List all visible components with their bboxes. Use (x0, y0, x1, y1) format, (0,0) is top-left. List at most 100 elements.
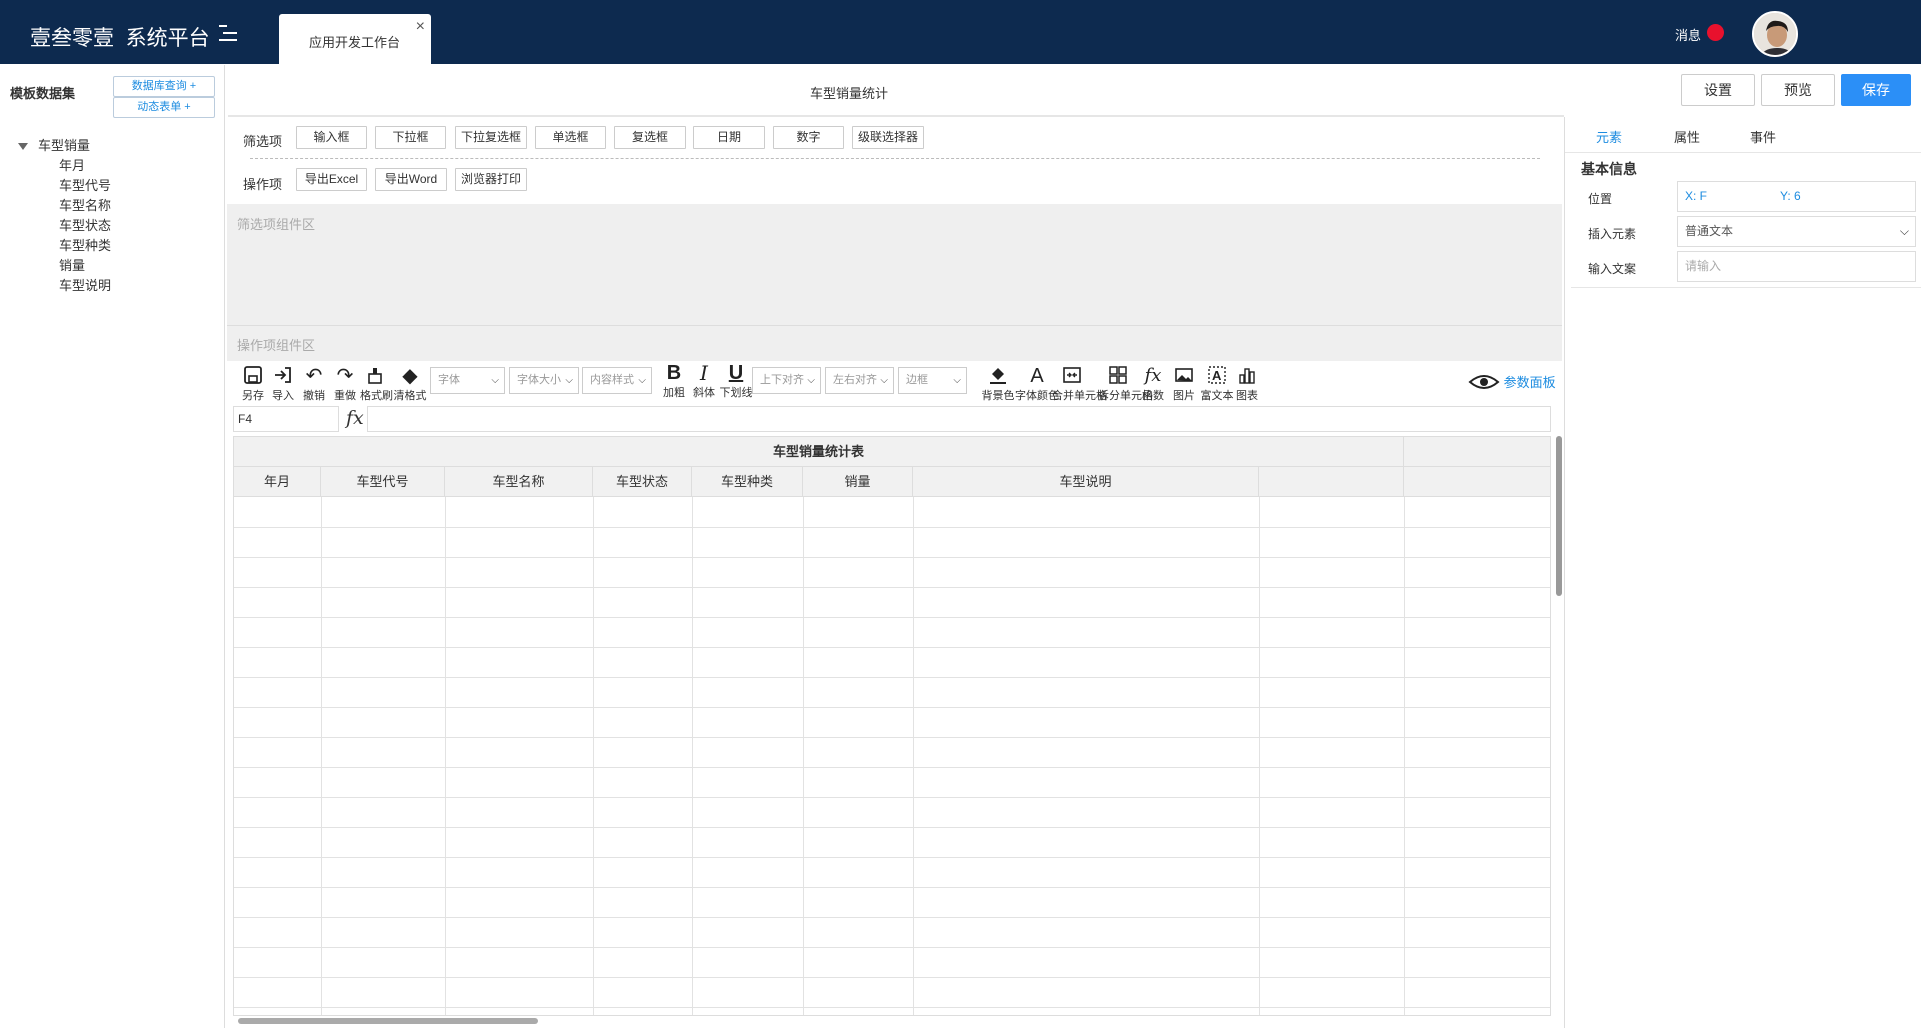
save-button[interactable]: 保存 (1841, 74, 1911, 106)
db-query-button[interactable]: 数据库查询 + (113, 76, 215, 97)
param-panel-toggle[interactable]: 参数面板 (1468, 372, 1556, 395)
font-size-select[interactable]: 字体大小 ⌵ (509, 367, 579, 394)
preview-button[interactable]: 预览 (1761, 74, 1835, 106)
caret-down-icon[interactable] (18, 143, 28, 151)
filter-cascader-button[interactable]: 级联选择器 (852, 126, 924, 149)
grid-row-line (234, 887, 1550, 888)
grid-row-line (234, 557, 1550, 558)
close-icon[interactable]: × (416, 18, 425, 36)
insert-element-value: 普通文本 (1685, 224, 1734, 238)
filter-checkbox-button[interactable]: 复选框 (614, 126, 686, 149)
action-label: 操作项 (243, 177, 283, 192)
format-brush-tool[interactable]: 格式刷 (360, 365, 393, 403)
bold-icon: B (666, 362, 682, 384)
input-text-field[interactable]: 请输入 (1677, 251, 1916, 282)
position-field[interactable]: X: F Y: 6 (1677, 181, 1916, 212)
horizontal-align-value: 左右对齐 (833, 374, 877, 386)
save-as-tool[interactable]: 另存 (238, 365, 268, 403)
content-style-select[interactable]: 内容样式 ⌵ (582, 367, 652, 394)
split-cells-tool[interactable]: 拆分单元格 (1098, 365, 1153, 403)
column-header[interactable]: 车型名称 (445, 467, 593, 497)
tree-node-root[interactable]: 车型销量 (18, 135, 90, 154)
column-header-empty[interactable] (1404, 467, 1550, 497)
position-label: 位置 (1588, 192, 1613, 206)
clear-format-tool[interactable]: ◆ 清格式 (390, 365, 430, 403)
tab-elements[interactable]: 元素 (1596, 127, 1622, 146)
image-label: 图片 (1173, 390, 1195, 402)
chart-label: 图表 (1236, 390, 1258, 402)
filter-number-button[interactable]: 数字 (773, 126, 844, 149)
insert-element-select[interactable]: 普通文本 ⌵ (1677, 216, 1916, 247)
column-header[interactable]: 年月 (234, 467, 321, 497)
grid-column-line (445, 497, 446, 1015)
tab-app-workbench[interactable]: 应用开发工作台 × (279, 14, 431, 64)
column-header-empty[interactable] (1259, 467, 1404, 497)
avatar[interactable] (1752, 11, 1798, 57)
chart-tool[interactable]: 图表 (1233, 365, 1261, 403)
tree-node-field[interactable]: 车型状态 (59, 215, 111, 234)
column-header[interactable]: 车型代号 (321, 467, 445, 497)
cell-reference-field[interactable]: F4 (233, 406, 339, 432)
export-excel-button[interactable]: 导出Excel (296, 168, 367, 191)
filter-input-button[interactable]: 输入框 (296, 126, 367, 149)
tree-node-field[interactable]: 销量 (59, 255, 85, 274)
settings-button[interactable]: 设置 (1681, 74, 1755, 106)
chevron-down-icon: ⌵ (1899, 224, 1909, 238)
image-tool[interactable]: 图片 (1170, 365, 1198, 403)
action-component-zone[interactable]: 操作项组件区 (227, 325, 1562, 361)
fx-icon: fx (346, 407, 364, 429)
tree-node-field[interactable]: 车型说明 (59, 275, 111, 294)
redo-tool[interactable]: ↷ 重做 (330, 365, 360, 403)
split-cells-icon (1098, 365, 1138, 387)
menu-toggle-icon[interactable] (219, 24, 240, 42)
filter-date-button[interactable]: 日期 (693, 126, 765, 149)
import-tool[interactable]: 导入 (268, 365, 298, 403)
bg-color-tool[interactable]: 背景色 (978, 365, 1018, 403)
tree-node-field[interactable]: 车型名称 (59, 195, 111, 214)
column-header[interactable]: 车型种类 (692, 467, 803, 497)
browser-print-button[interactable]: 浏览器打印 (455, 168, 527, 191)
platform-name: 系统平台 (125, 27, 210, 50)
column-header[interactable]: 车型说明 (913, 467, 1259, 497)
table-title-spare-cell[interactable] (1404, 437, 1550, 467)
italic-tool[interactable]: I 斜体 (690, 362, 718, 400)
horizontal-align-select[interactable]: 左右对齐 ⌵ (825, 367, 894, 394)
spreadsheet-grid[interactable]: 车型销量统计表 年月 车型代号 车型名称 车型状态 车型种类 销量 车型说明 (233, 436, 1551, 1016)
dynamic-form-button[interactable]: 动态表单 + (113, 97, 215, 118)
properties-panel: 元素 属性 事件 基本信息 位置 X: F Y: 6 插入元素 普通文本 ⌵ 输… (1564, 117, 1921, 1028)
undo-label: 撤销 (303, 390, 325, 402)
undo-tool[interactable]: ↶ 撤销 (299, 365, 329, 403)
formula-input[interactable] (367, 406, 1551, 432)
bold-tool[interactable]: B 加粗 (660, 362, 688, 400)
grid-column-line (321, 497, 322, 1015)
tree-node-field[interactable]: 年月 (59, 155, 85, 174)
column-header[interactable]: 销量 (803, 467, 913, 497)
italic-label: 斜体 (693, 387, 715, 399)
function-tool[interactable]: fx 函数 (1138, 365, 1168, 403)
rich-text-tool[interactable]: A 富文本 (1199, 365, 1235, 403)
border-select[interactable]: 边框 ⌵ (898, 367, 967, 394)
merge-cells-tool[interactable]: 合并单元格 (1052, 365, 1107, 403)
export-word-button[interactable]: 导出Word (375, 168, 447, 191)
tab-events[interactable]: 事件 (1750, 127, 1776, 146)
grid-column-line (692, 497, 693, 1015)
table-title-cell[interactable]: 车型销量统计表 (234, 437, 1404, 467)
grid-column-line (913, 497, 914, 1015)
dashed-divider (250, 158, 1540, 159)
tab-attributes[interactable]: 属性 (1674, 127, 1700, 146)
filter-multiselect-button[interactable]: 下拉复选框 (455, 126, 527, 149)
tree-node-field[interactable]: 车型代号 (59, 175, 111, 194)
messages-link[interactable]: 消息 (1675, 25, 1701, 44)
vertical-align-select[interactable]: 上下对齐 ⌵ (752, 367, 821, 394)
underline-tool[interactable]: U 下划线 (716, 362, 756, 400)
vertical-scrollbar[interactable] (1556, 436, 1562, 596)
tree-node-field[interactable]: 车型种类 (59, 235, 111, 254)
undo-icon: ↶ (305, 365, 323, 387)
filter-component-zone[interactable]: 筛选项组件区 (227, 204, 1562, 325)
filter-radio-button[interactable]: 单选框 (535, 126, 606, 149)
column-header[interactable]: 车型状态 (593, 467, 692, 497)
font-family-select[interactable]: 字体 ⌵ (430, 367, 505, 394)
filter-select-button[interactable]: 下拉框 (375, 126, 446, 149)
content-style-value: 内容样式 (590, 374, 634, 386)
horizontal-scrollbar[interactable] (238, 1018, 538, 1024)
